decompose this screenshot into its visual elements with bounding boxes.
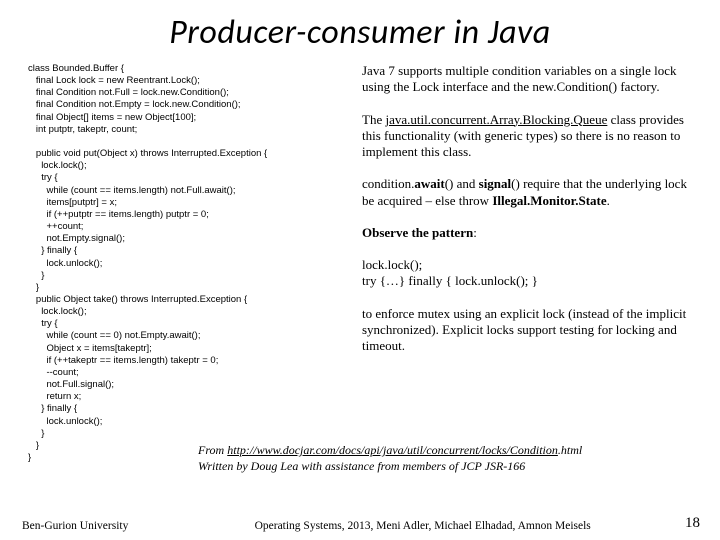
paragraph-pattern: lock.lock(); try {…} finally { lock.unlo…	[362, 257, 692, 290]
paragraph-observe: Observe the pattern:	[362, 225, 692, 241]
footer-left: Ben-Gurion University	[22, 520, 128, 532]
bold-signal: signal	[479, 176, 512, 191]
paragraph-java7: Java 7 supports multiple condition varia…	[362, 63, 692, 96]
bold-observe: Observe the pattern	[362, 225, 473, 240]
class-link: java.util.concurrent.Array.Blocking.Queu…	[385, 112, 607, 127]
cite-author: Written by Doug Lea with assistance from…	[198, 459, 525, 473]
paragraph-await-signal: condition.await() and signal() require t…	[362, 176, 692, 209]
bold-illegal: Illegal.Monitor.State	[492, 193, 606, 208]
bold-await: await	[414, 176, 444, 191]
paragraph-enforce: to enforce mutex using an explicit lock …	[362, 306, 692, 355]
text: .html	[558, 443, 582, 457]
text: () and	[445, 176, 479, 191]
text: The	[362, 112, 385, 127]
slide-title: Producer-consumer in Java	[28, 12, 692, 53]
text: From	[198, 443, 227, 457]
text: .	[607, 193, 610, 208]
text: condition.	[362, 176, 414, 191]
page-number: 18	[677, 515, 700, 532]
footer-mid: Operating Systems, 2013, Meni Adler, Mic…	[128, 520, 677, 532]
text: :	[473, 225, 477, 240]
code-block: class Bounded.Buffer { final Lock lock =…	[28, 63, 348, 464]
cite-link: http://www.docjar.com/docs/api/java/util…	[227, 443, 558, 457]
paragraph-abq: The java.util.concurrent.Array.Blocking.…	[362, 112, 692, 161]
